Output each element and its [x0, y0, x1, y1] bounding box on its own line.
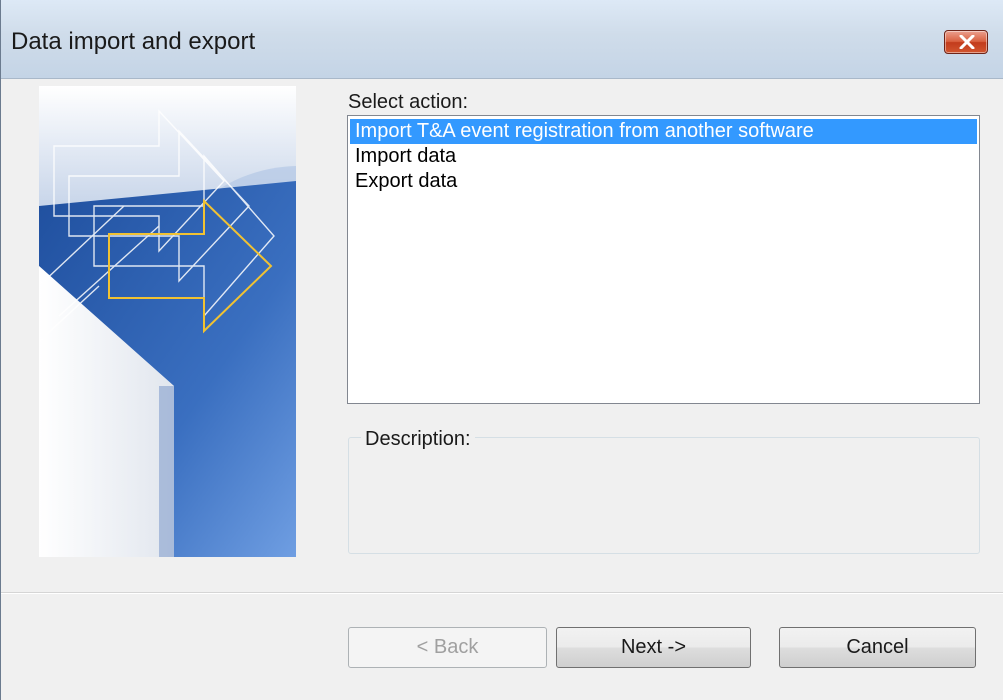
description-groupbox	[348, 437, 980, 554]
title-bar[interactable]: Data import and export	[1, 0, 1003, 79]
footer-separator	[1, 592, 1003, 594]
cancel-button[interactable]: Cancel	[779, 627, 976, 668]
action-list-item[interactable]: Export data	[350, 169, 977, 194]
close-x-icon	[959, 35, 975, 49]
action-listbox[interactable]: Import T&A event registration from anoth…	[347, 115, 980, 404]
action-list-item[interactable]: Import data	[350, 144, 977, 169]
back-button[interactable]: < Back	[348, 627, 547, 668]
wizard-banner-image	[39, 86, 296, 557]
dialog-window: Data import and export Select action: Im…	[0, 0, 1003, 700]
close-button[interactable]	[944, 30, 988, 54]
action-list-item[interactable]: Import T&A event registration from anoth…	[350, 119, 977, 144]
window-title: Data import and export	[11, 28, 256, 55]
select-action-label: Select action:	[348, 91, 469, 113]
description-label: Description:	[361, 428, 475, 451]
next-button[interactable]: Next ->	[556, 627, 751, 668]
